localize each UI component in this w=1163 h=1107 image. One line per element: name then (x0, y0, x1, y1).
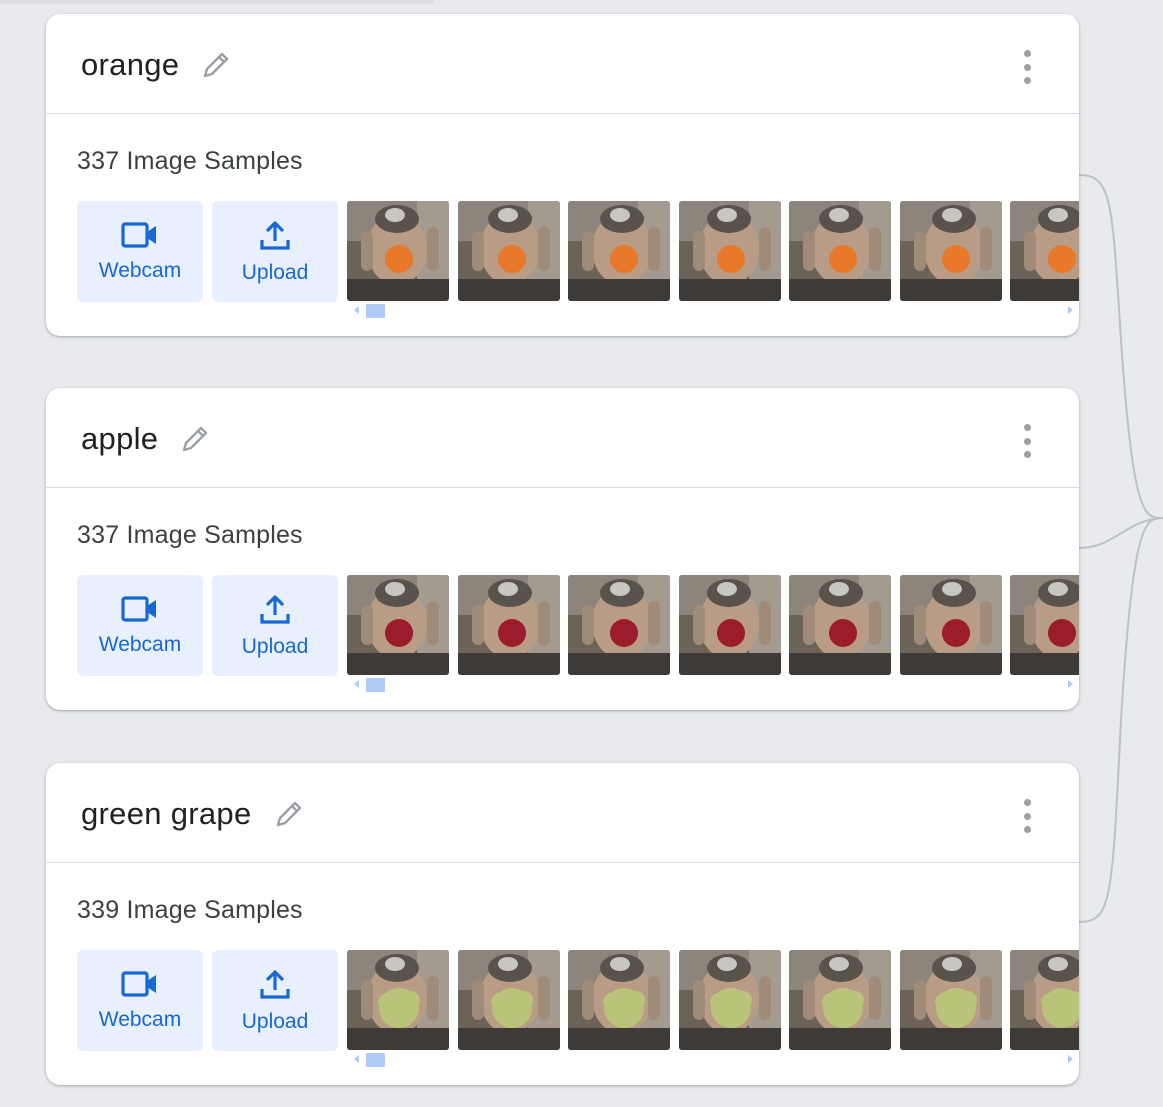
class-card: green grape 339 Image Samples Webcam Upl… (46, 763, 1079, 1085)
sample-thumbnail-strip[interactable] (347, 201, 1079, 302)
class-name-title[interactable]: orange (81, 47, 233, 83)
scroll-left-arrow[interactable] (354, 680, 359, 688)
more-vert-icon[interactable] (1019, 50, 1035, 84)
sample-thumbnail[interactable] (789, 575, 891, 675)
scroll-thumb[interactable] (366, 678, 385, 692)
sample-thumbnail[interactable] (1010, 575, 1079, 675)
sample-thumbnail[interactable] (899, 201, 1002, 301)
scroll-thumb[interactable] (366, 304, 385, 318)
class-card: apple 337 Image Samples Webcam Upload (46, 388, 1079, 710)
videocam-icon (121, 222, 156, 248)
sample-thumbnail[interactable] (789, 950, 891, 1050)
webcam-button[interactable]: Webcam (77, 950, 203, 1051)
card-header: orange (46, 14, 1079, 114)
sample-thumbnail[interactable] (457, 575, 560, 675)
sample-count: 339 Image Samples (77, 896, 303, 924)
pencil-icon[interactable] (178, 422, 212, 456)
sample-thumbnail[interactable] (457, 201, 560, 301)
sample-count: 337 Image Samples (77, 521, 303, 549)
scroll-left-arrow[interactable] (354, 1055, 359, 1063)
sample-thumbnail[interactable] (568, 575, 670, 675)
sample-thumbnail[interactable] (678, 201, 781, 301)
class-name-text: apple (81, 421, 159, 456)
thumbnail-scrollbar[interactable] (347, 1053, 1079, 1067)
more-vert-icon[interactable] (1019, 424, 1035, 458)
sample-thumbnail[interactable] (347, 201, 449, 301)
pencil-icon[interactable] (199, 48, 233, 82)
sample-thumbnail[interactable] (457, 950, 560, 1050)
sample-thumbnail[interactable] (568, 950, 670, 1050)
sample-thumbnail-strip[interactable] (347, 950, 1079, 1051)
class-name-text: orange (81, 47, 180, 82)
sample-thumbnail[interactable] (678, 575, 781, 675)
sample-thumbnail[interactable] (347, 575, 449, 675)
thumbnail-scrollbar[interactable] (347, 678, 1079, 692)
webcam-label: Webcam (98, 633, 182, 656)
upload-label: Upload (241, 1010, 309, 1033)
class-name-text: green grape (81, 796, 252, 831)
thumbnail-scrollbar[interactable] (347, 304, 1079, 318)
sample-thumbnail[interactable] (899, 575, 1002, 675)
pencil-icon[interactable] (272, 797, 306, 831)
upload-icon (260, 970, 290, 999)
scroll-right-arrow[interactable] (1068, 1055, 1073, 1063)
upload-icon (260, 595, 290, 624)
more-vert-icon[interactable] (1019, 799, 1035, 833)
class-name-title[interactable]: apple (81, 421, 212, 457)
upload-label: Upload (241, 635, 309, 658)
videocam-icon (121, 971, 156, 997)
webcam-button[interactable]: Webcam (77, 201, 203, 302)
scroll-right-arrow[interactable] (1068, 680, 1073, 688)
upload-button[interactable]: Upload (212, 575, 338, 676)
sample-thumbnail[interactable] (678, 950, 781, 1050)
videocam-icon (121, 596, 156, 622)
upload-button[interactable]: Upload (212, 201, 338, 302)
sample-count: 337 Image Samples (77, 147, 303, 175)
class-name-title[interactable]: green grape (81, 796, 306, 832)
sample-thumbnail-strip[interactable] (347, 575, 1079, 676)
sample-thumbnail[interactable] (1010, 201, 1079, 301)
sample-thumbnail[interactable] (1010, 950, 1079, 1050)
scroll-right-arrow[interactable] (1068, 306, 1073, 314)
card-header: green grape (46, 763, 1079, 863)
previous-card-edge (0, 0, 435, 4)
sample-thumbnail[interactable] (899, 950, 1002, 1050)
sample-thumbnail[interactable] (789, 201, 891, 301)
upload-button[interactable]: Upload (212, 950, 338, 1051)
class-card: orange 337 Image Samples Webcam Upload (46, 14, 1079, 336)
sample-thumbnail[interactable] (568, 201, 670, 301)
upload-icon (260, 221, 290, 250)
sample-thumbnail[interactable] (347, 950, 449, 1050)
card-header: apple (46, 388, 1079, 488)
scroll-left-arrow[interactable] (354, 306, 359, 314)
webcam-button[interactable]: Webcam (77, 575, 203, 676)
scroll-thumb[interactable] (366, 1053, 385, 1067)
upload-label: Upload (241, 261, 309, 284)
webcam-label: Webcam (98, 1008, 182, 1031)
webcam-label: Webcam (98, 259, 182, 282)
